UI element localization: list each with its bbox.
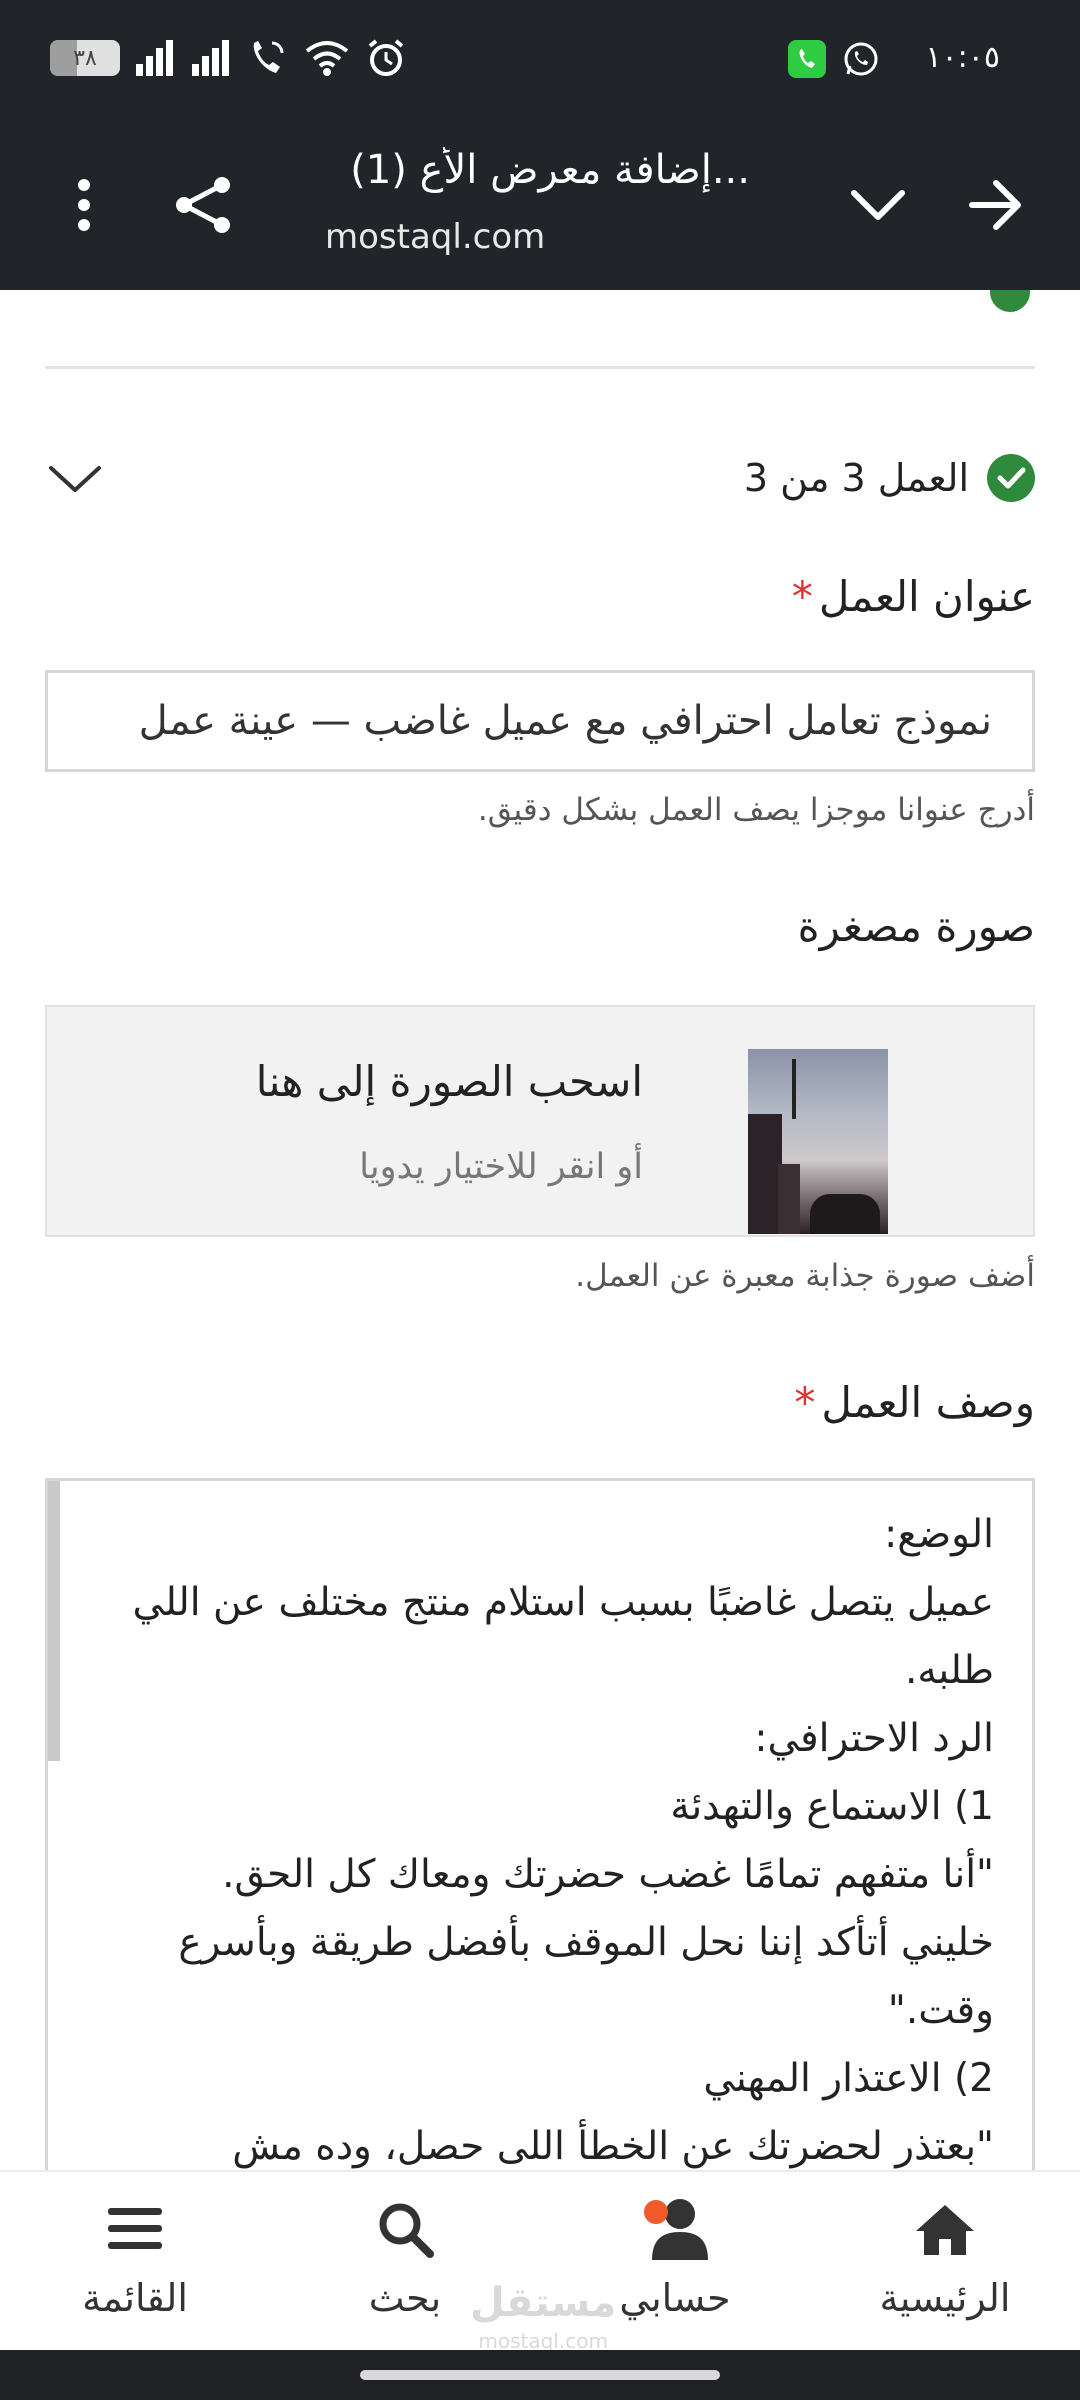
- status-time: ١٠:٠٥: [925, 40, 1000, 75]
- browser-toolbar: (1) إضافة معرض الأع... mostaql.com: [0, 125, 1080, 290]
- description-line: الرد الاحترافي:: [754, 1716, 994, 1761]
- whatsapp-icon: [844, 42, 878, 76]
- required-mark: *: [791, 572, 813, 621]
- nav-home-label: الرئيسية: [879, 2276, 1011, 2320]
- phone-app-icon: [788, 40, 826, 78]
- description-line: طلبه.: [904, 1648, 994, 1693]
- more-options-icon[interactable]: [44, 165, 124, 245]
- page-url[interactable]: mostaql.com: [325, 217, 545, 257]
- watermark-text: مستقل: [470, 2280, 617, 2326]
- search-icon: [370, 2194, 440, 2264]
- description-line: 2) الاعتذار المهني: [703, 2056, 994, 2101]
- title-label-text: عنوان العمل: [818, 572, 1035, 621]
- user-icon: [640, 2194, 710, 2264]
- nav-home[interactable]: الرئيسية: [835, 2194, 1055, 2320]
- image-detail: [778, 1164, 800, 1234]
- menu-icon: [100, 2194, 170, 2264]
- signal-icon: [136, 40, 173, 76]
- work-title-input[interactable]: نموذج تعامل احترافي مع عميل غاضب — عينة …: [45, 670, 1035, 772]
- work-item-header[interactable]: العمل 3 من 3: [45, 438, 1035, 518]
- description-line: عميل يتصل غاضبًا بسبب استلام منتج مختلف …: [132, 1580, 994, 1625]
- nav-menu-label: القائمة: [82, 2276, 188, 2320]
- description-line: 1) الاستماع والتهدئة: [670, 1784, 994, 1829]
- share-icon[interactable]: [164, 165, 244, 245]
- status-left-icons: ٣٨: [50, 38, 406, 78]
- forward-arrow-icon[interactable]: [956, 165, 1036, 245]
- bottom-navigation: الرئيسية حسابي بحث القائمة مستقل mostaql…: [0, 2170, 1080, 2353]
- thumbnail-preview-image[interactable]: [748, 1049, 888, 1234]
- textarea-scrollbar[interactable]: [48, 1481, 60, 1761]
- previous-work-status-icon: [990, 290, 1030, 312]
- alarm-icon: [368, 39, 404, 76]
- dropzone-subtitle[interactable]: أو انقر للاختيار يدويا: [359, 1147, 643, 1187]
- nav-search-label: بحث: [368, 2276, 442, 2320]
- title-field-label: عنوان العمل*: [792, 572, 1035, 621]
- description-line: "بعتذر لحضرتك عن الخطأ اللى حصل، وده مش: [232, 2124, 994, 2169]
- image-detail: [792, 1059, 796, 1119]
- description-field-label: وصف العمل*: [794, 1378, 1035, 1427]
- image-detail: [748, 1114, 782, 1234]
- work-counter: العمل 3 من 3: [743, 456, 969, 500]
- description-line: وقت.": [887, 1988, 994, 2033]
- nav-menu[interactable]: القائمة: [25, 2194, 245, 2320]
- thumbnail-label: صورة مصغرة: [797, 902, 1035, 951]
- title-field-hint: أدرج عنوانا موجزا يصف العمل بشكل دقيق.: [477, 792, 1035, 828]
- home-gesture-handle[interactable]: [360, 2370, 720, 2380]
- mostaql-watermark: مستقل mostaql.com: [470, 2283, 616, 2360]
- image-detail: [810, 1194, 880, 1234]
- wifi-icon: [305, 41, 349, 76]
- description-line: الوضع:: [884, 1512, 994, 1557]
- description-line: خليني أتأكد إننا نحل الموقف بأفضل طريقة …: [178, 1920, 994, 1965]
- status-right-icons: [788, 40, 880, 78]
- chevron-down-icon[interactable]: [838, 165, 918, 245]
- battery-level-text: ٣٨: [73, 45, 97, 71]
- dropzone-title: اسحب الصورة إلى هنا: [255, 1057, 643, 1106]
- top-chrome: ٣٨ ١٠:٠٥ (1) إضافة معرض الأع... mostaql.…: [0, 0, 1080, 290]
- battery-icon: ٣٨: [50, 40, 120, 76]
- signal-icon-2: [192, 40, 229, 76]
- gesture-bar: [0, 2350, 1080, 2400]
- chevron-down-icon[interactable]: [45, 448, 105, 508]
- description-label-text: وصف العمل: [821, 1378, 1035, 1427]
- work-description-textarea[interactable]: الوضع: عميل يتصل غاضبًا بسبب استلام منتج…: [45, 1478, 1035, 2170]
- wifi-calling-icon: [253, 41, 284, 73]
- nav-account-label: حسابي: [619, 2276, 731, 2320]
- status-bar: ٣٨ ١٠:٠٥: [0, 0, 1080, 125]
- tab-title[interactable]: (1) إضافة معرض الأع...: [310, 147, 750, 193]
- check-circle-icon: [987, 454, 1035, 502]
- home-icon: [910, 2194, 980, 2264]
- thumbnail-dropzone[interactable]: اسحب الصورة إلى هنا أو انقر للاختيار يدو…: [45, 1005, 1035, 1237]
- thumbnail-hint: أضف صورة جذابة معبرة عن العمل.: [575, 1258, 1035, 1294]
- page-content: العمل 3 من 3 عنوان العمل* نموذج تعامل اح…: [0, 290, 1080, 2170]
- section-divider: [45, 366, 1035, 369]
- description-line: "أنا متفهم تمامًا غضب حضرتك ومعاك كل الح…: [222, 1852, 994, 1897]
- required-mark: *: [794, 1378, 816, 1427]
